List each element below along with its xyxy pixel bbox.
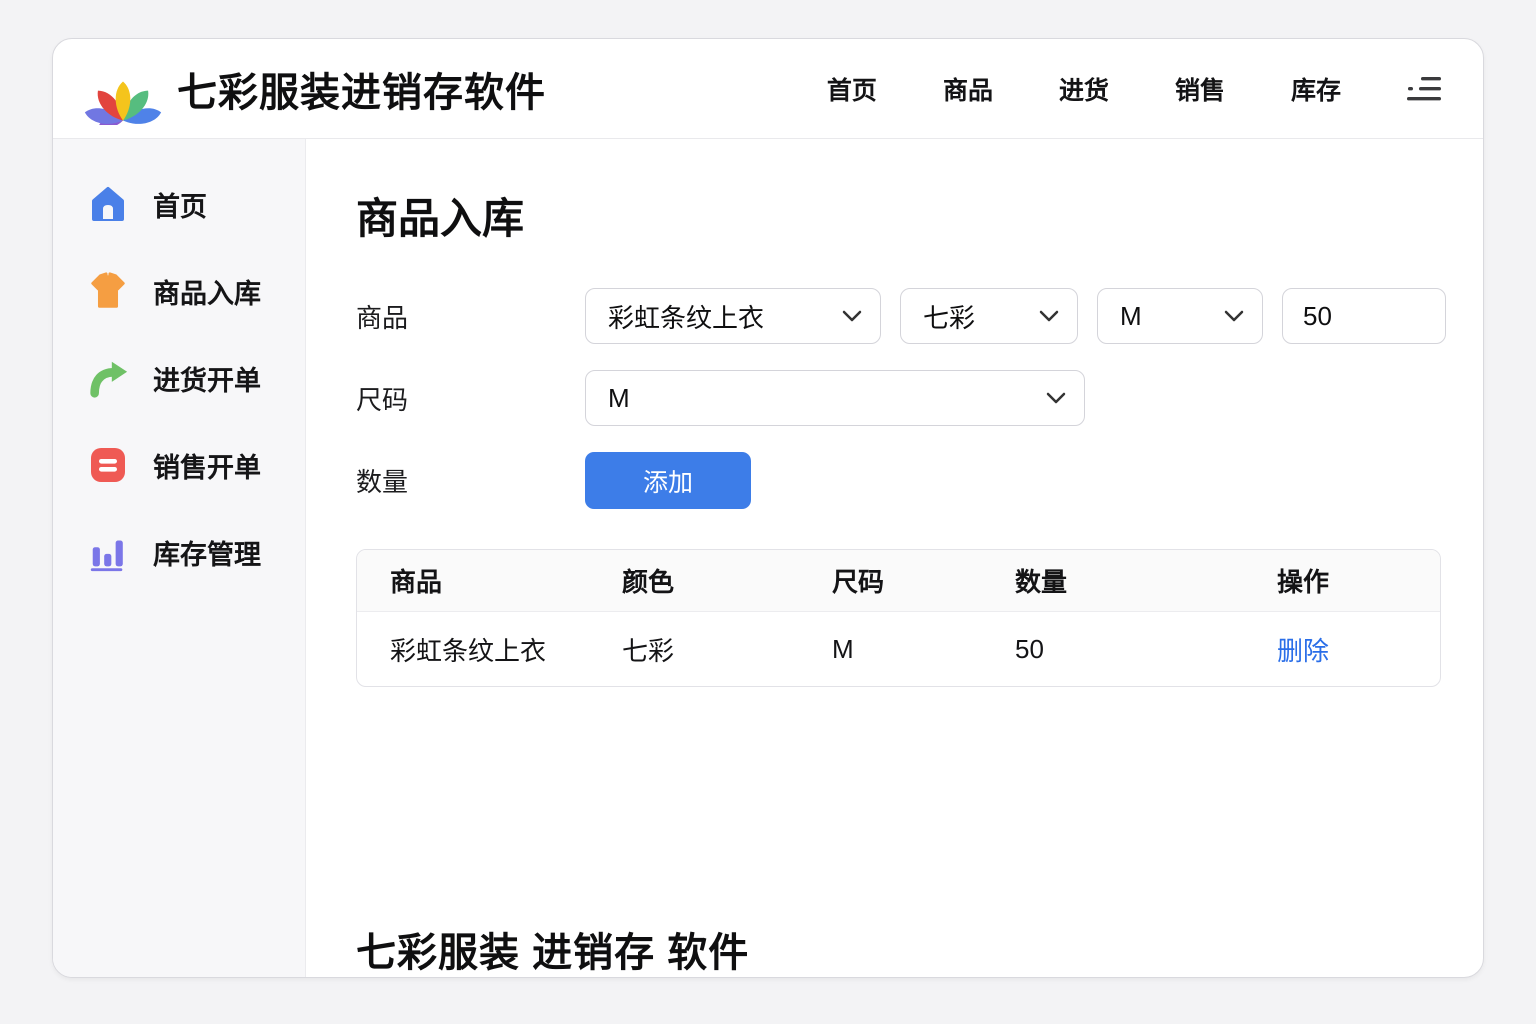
quantity-input[interactable] <box>1282 288 1446 344</box>
main-content: 商品入库 商品 彩虹条纹上衣 七彩 M 50 尺码 M 数量 添加 商品 颜色 … <box>306 139 1483 977</box>
app-title: 七彩服装进销存软件 <box>177 70 546 115</box>
app-window: 七彩服装进销存软件 首页 商品 进货 销售 库存 首页 商品入库 进货开单 销售… <box>52 38 1484 978</box>
bar-chart-icon <box>87 531 129 573</box>
chevron-down-icon <box>1224 310 1244 322</box>
table-header-product: 商品 <box>390 567 443 597</box>
table-header-action: 操作 <box>1277 567 1330 597</box>
sidebar-item-sales-order[interactable]: 销售开单 <box>87 444 305 486</box>
form-row-product: 商品 彩虹条纹上衣 七彩 M <box>356 288 1446 344</box>
sidebar-item-inventory-management[interactable]: 库存管理 <box>87 531 305 573</box>
sidebar-item-label: 库存管理 <box>153 539 261 570</box>
form-row-size: 尺码 M <box>356 370 1446 426</box>
page-title: 商品入库 <box>356 195 525 242</box>
nav-item-sales[interactable]: 销售 <box>1175 71 1225 107</box>
home-icon <box>87 183 129 225</box>
nav-item-home[interactable]: 首页 <box>827 71 877 107</box>
purchase-arrow-icon <box>87 357 129 399</box>
top-navigation: 首页 商品 进货 销售 库存 <box>827 71 1341 107</box>
hamburger-menu-icon[interactable] <box>1405 74 1443 104</box>
chevron-down-icon <box>1039 310 1059 322</box>
size-select[interactable]: M <box>585 370 1085 426</box>
table-header-size: 尺码 <box>832 567 885 597</box>
sales-card-icon <box>87 444 129 486</box>
shirt-icon <box>87 270 129 312</box>
sidebar-item-purchase-order[interactable]: 进货开单 <box>87 357 305 399</box>
sidebar-item-label: 商品入库 <box>153 278 261 309</box>
size-select-value: M <box>608 382 630 413</box>
sidebar-item-label: 首页 <box>153 191 207 222</box>
product-select-value: 彩虹条纹上衣 <box>608 302 765 333</box>
sidebar-item-label: 销售开单 <box>153 452 261 483</box>
sidebar-item-product-inbound[interactable]: 商品入库 <box>87 270 305 312</box>
quantity-label: 数量 <box>356 467 409 497</box>
product-label: 商品 <box>356 302 409 333</box>
footer-brand-text: 七彩服装 进销存 软件 <box>356 931 750 975</box>
sidebar-item-home[interactable]: 首页 <box>87 183 305 225</box>
row-color-cell: 七彩 <box>622 635 675 666</box>
chevron-down-icon <box>1046 392 1066 404</box>
nav-item-purchase[interactable]: 进货 <box>1059 71 1109 107</box>
row-product-cell: 彩虹条纹上衣 <box>390 635 547 666</box>
nav-item-products[interactable]: 商品 <box>943 71 993 107</box>
add-button[interactable]: 添加 <box>585 452 751 509</box>
header: 七彩服装进销存软件 首页 商品 进货 销售 库存 <box>53 39 1483 139</box>
color-select[interactable]: 七彩 <box>900 288 1078 344</box>
nav-item-inventory[interactable]: 库存 <box>1291 71 1341 107</box>
color-select-value: 七彩 <box>923 302 976 333</box>
table-row: 彩虹条纹上衣 七彩 M 50 删除 <box>357 612 1440 686</box>
table-header-color: 颜色 <box>622 567 675 597</box>
table-header-row: 商品 颜色 尺码 数量 操作 <box>357 550 1440 612</box>
table-header-quantity: 数量 <box>1015 567 1068 597</box>
size-select-small-value: M <box>1120 300 1142 331</box>
peacock-logo-icon <box>83 52 163 126</box>
row-quantity-cell: 50 <box>1015 633 1044 664</box>
delete-link[interactable]: 删除 <box>1277 636 1329 666</box>
size-label: 尺码 <box>356 384 409 415</box>
sidebar: 首页 商品入库 进货开单 销售开单 库存管理 <box>53 139 306 977</box>
size-select-small[interactable]: M <box>1097 288 1263 344</box>
form-row-quantity: 数量 添加 <box>356 452 1446 509</box>
inbound-table: 商品 颜色 尺码 数量 操作 彩虹条纹上衣 七彩 M 50 删除 <box>356 549 1441 687</box>
chevron-down-icon <box>842 310 862 322</box>
product-select[interactable]: 彩虹条纹上衣 <box>585 288 881 344</box>
row-size-cell: M <box>832 633 854 664</box>
sidebar-item-label: 进货开单 <box>153 365 261 396</box>
